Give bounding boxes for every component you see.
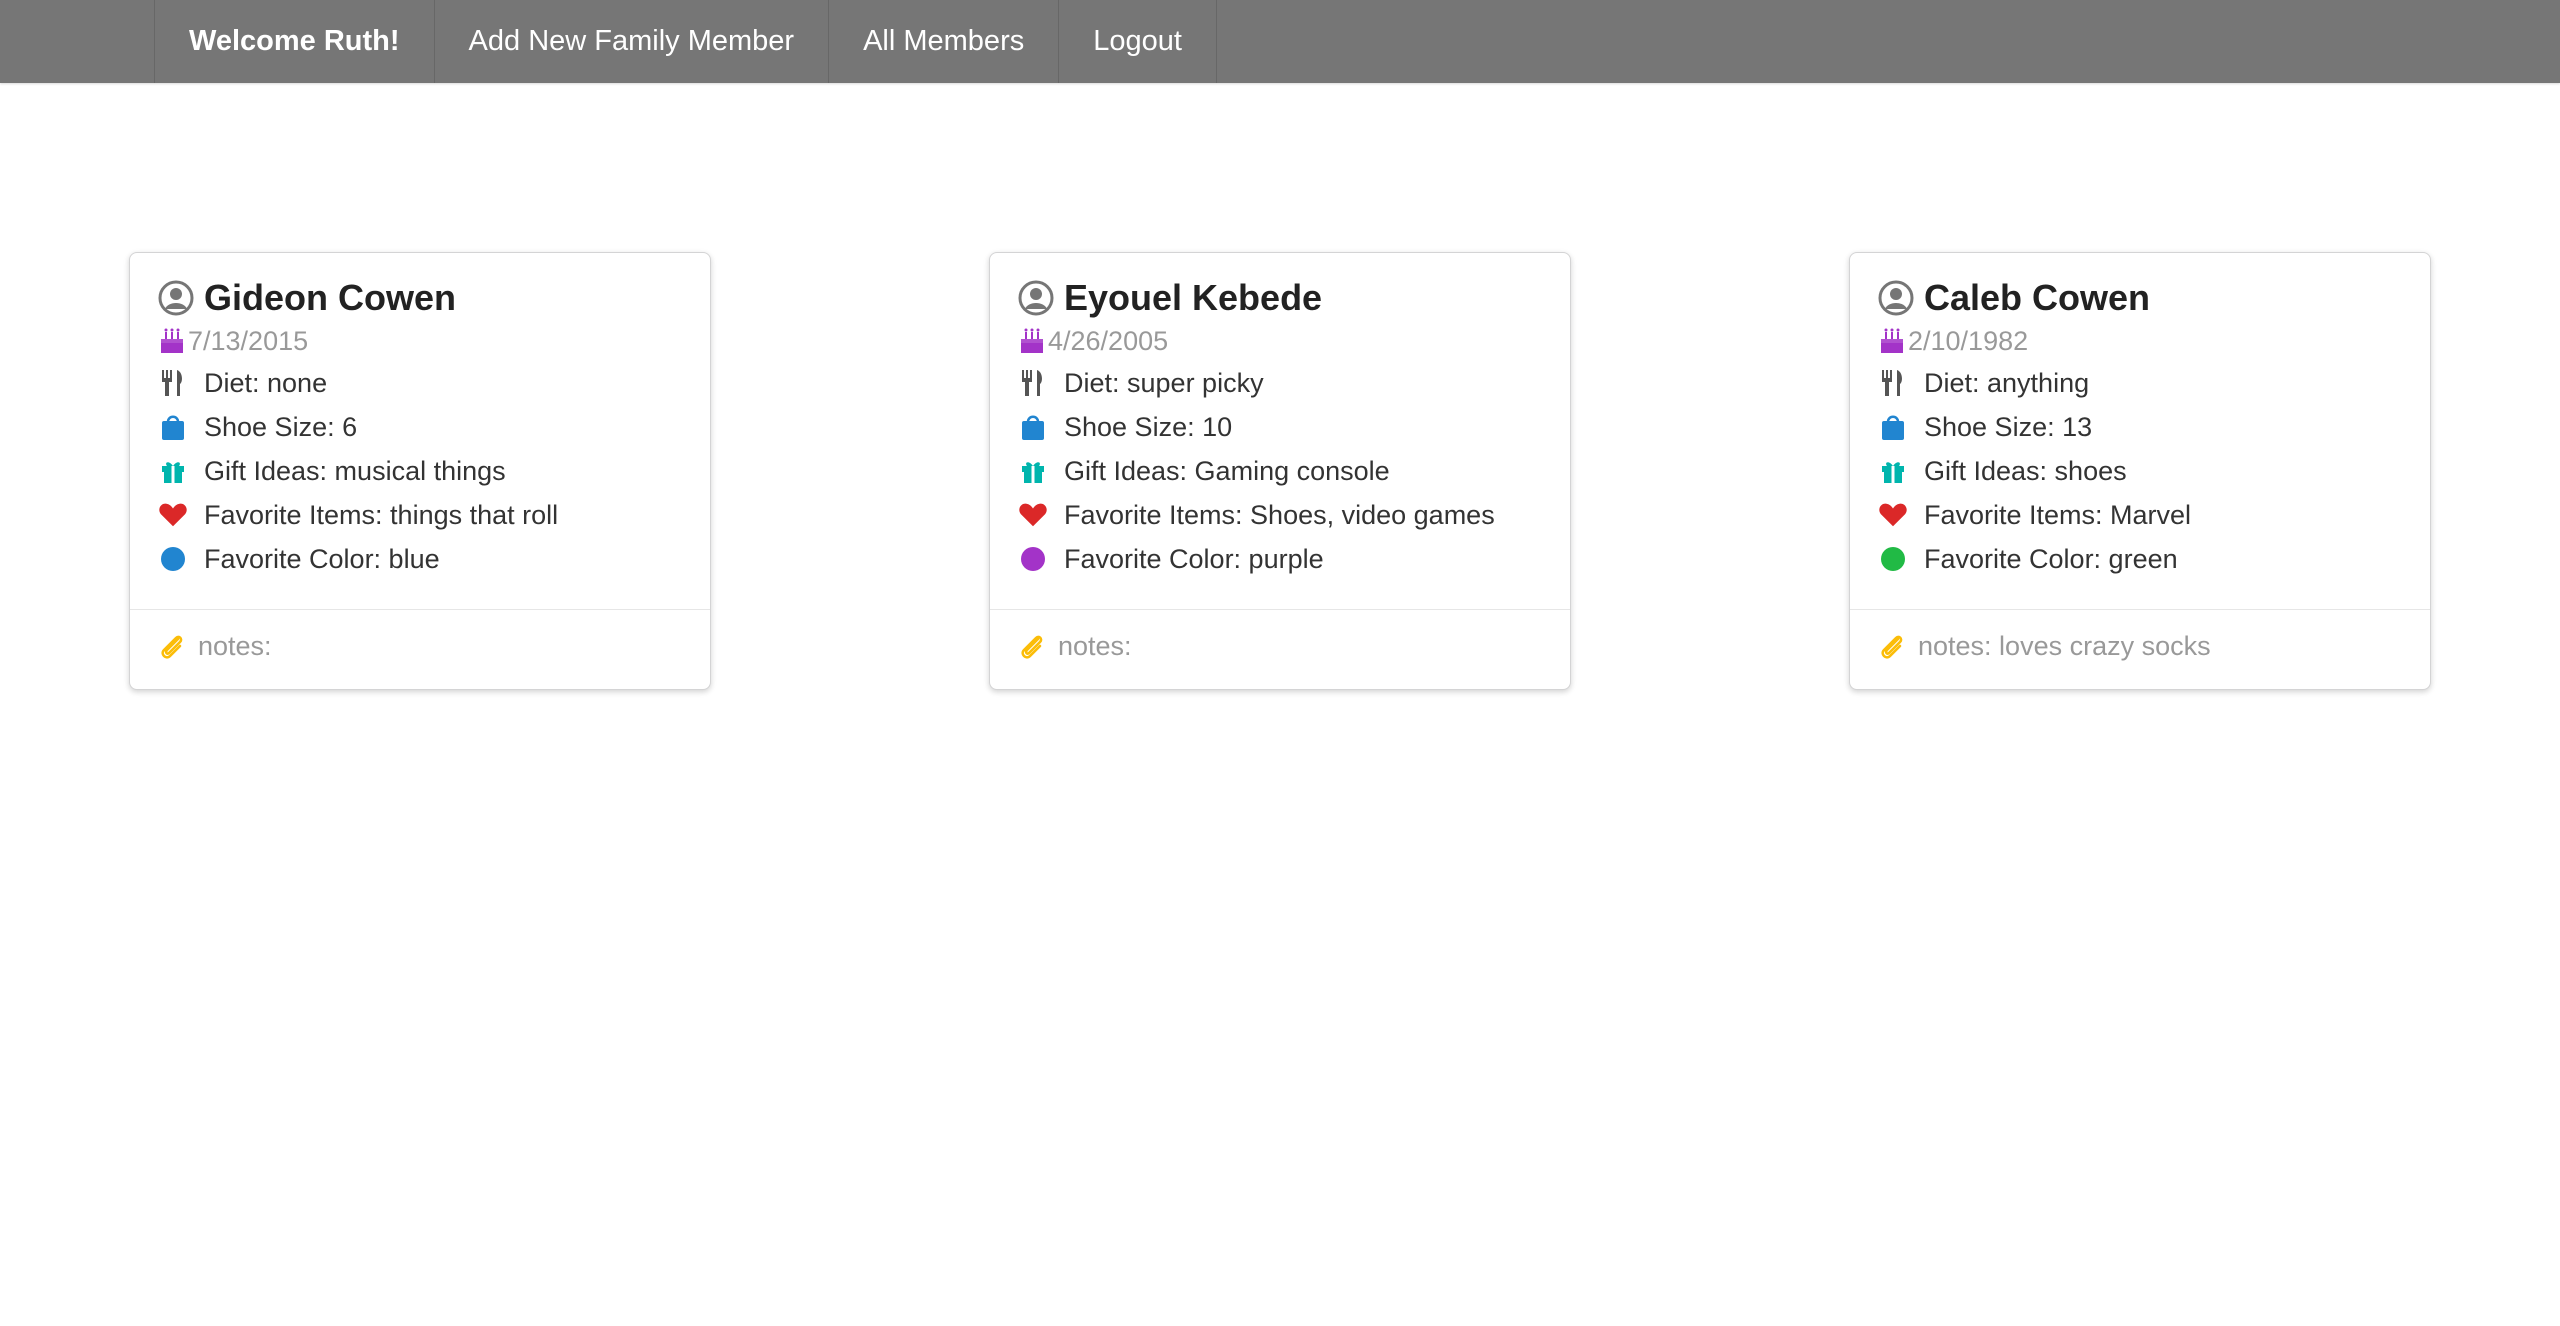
member-favorite-color: Favorite Color: purple: [1064, 543, 1324, 574]
heart-icon: [158, 500, 188, 530]
member-gift-ideas: Gift Ideas: shoes: [1924, 455, 2127, 486]
member-shoe-size: Shoe Size: 13: [1924, 411, 2093, 442]
shopping-bag-icon: [1018, 412, 1048, 442]
member-card: Eyouel Kebede 4/26/2005 Diet: super pick…: [989, 252, 1571, 690]
member-birthday: 7/13/2015: [188, 325, 309, 356]
member-shoe-size: Shoe Size: 6: [204, 411, 358, 442]
birthday-cake-icon: [158, 327, 186, 355]
member-card: Gideon Cowen 7/13/2015 Diet: none Shoe S…: [129, 252, 711, 690]
member-notes: notes:: [198, 631, 272, 661]
member-gift-ideas: Gift Ideas: Gaming console: [1064, 455, 1390, 486]
circle-icon: [1018, 544, 1048, 574]
circle-icon: [158, 544, 188, 574]
paperclip-icon: [1878, 632, 1908, 662]
nav-add-member-link[interactable]: Add New Family Member: [435, 0, 830, 83]
member-favorite-items: Favorite Items: Shoes, video games: [1064, 499, 1495, 530]
member-gift-ideas: Gift Ideas: musical things: [204, 455, 506, 486]
circle-icon: [1878, 544, 1908, 574]
gift-icon: [1878, 456, 1908, 486]
utensils-icon: [158, 368, 188, 398]
utensils-icon: [1018, 368, 1048, 398]
member-diet: Diet: anything: [1924, 367, 2090, 398]
card-divider: [130, 609, 710, 610]
member-favorite-color: Favorite Color: green: [1924, 543, 2178, 574]
paperclip-icon: [1018, 632, 1048, 662]
user-circle-icon: [1878, 280, 1914, 316]
member-name: Caleb Cowen: [1924, 277, 2151, 318]
birthday-cake-icon: [1018, 327, 1046, 355]
member-diet: Diet: none: [204, 367, 328, 398]
heart-icon: [1878, 500, 1908, 530]
gift-icon: [158, 456, 188, 486]
member-favorite-items: Favorite Items: Marvel: [1924, 499, 2192, 530]
member-shoe-size: Shoe Size: 10: [1064, 411, 1233, 442]
nav-welcome[interactable]: Welcome Ruth!: [155, 0, 435, 83]
nav-all-members-link[interactable]: All Members: [829, 0, 1060, 83]
shopping-bag-icon: [1878, 412, 1908, 442]
member-notes: notes:: [1058, 631, 1132, 661]
shopping-bag-icon: [158, 412, 188, 442]
member-notes: notes: loves crazy socks: [1918, 631, 2211, 661]
paperclip-icon: [158, 632, 188, 662]
member-card: Caleb Cowen 2/10/1982 Diet: anything Sho…: [1849, 252, 2431, 690]
member-birthday: 4/26/2005: [1048, 325, 1169, 356]
card-divider: [1850, 609, 2430, 610]
top-navbar: Welcome Ruth! Add New Family Member All …: [0, 0, 2560, 83]
user-circle-icon: [158, 280, 194, 316]
utensils-icon: [1878, 368, 1908, 398]
member-name: Eyouel Kebede: [1064, 277, 1323, 318]
nav-logout-link[interactable]: Logout: [1059, 0, 1217, 83]
member-favorite-items: Favorite Items: things that roll: [204, 499, 559, 530]
heart-icon: [1018, 500, 1048, 530]
member-diet: Diet: super picky: [1064, 367, 1264, 398]
user-circle-icon: [1018, 280, 1054, 316]
member-name: Gideon Cowen: [204, 277, 456, 318]
nav-menu: Welcome Ruth! Add New Family Member All …: [154, 0, 1217, 83]
member-birthday: 2/10/1982: [1908, 325, 2029, 356]
card-divider: [990, 609, 1570, 610]
member-favorite-color: Favorite Color: blue: [204, 543, 440, 574]
birthday-cake-icon: [1878, 327, 1906, 355]
gift-icon: [1018, 456, 1048, 486]
